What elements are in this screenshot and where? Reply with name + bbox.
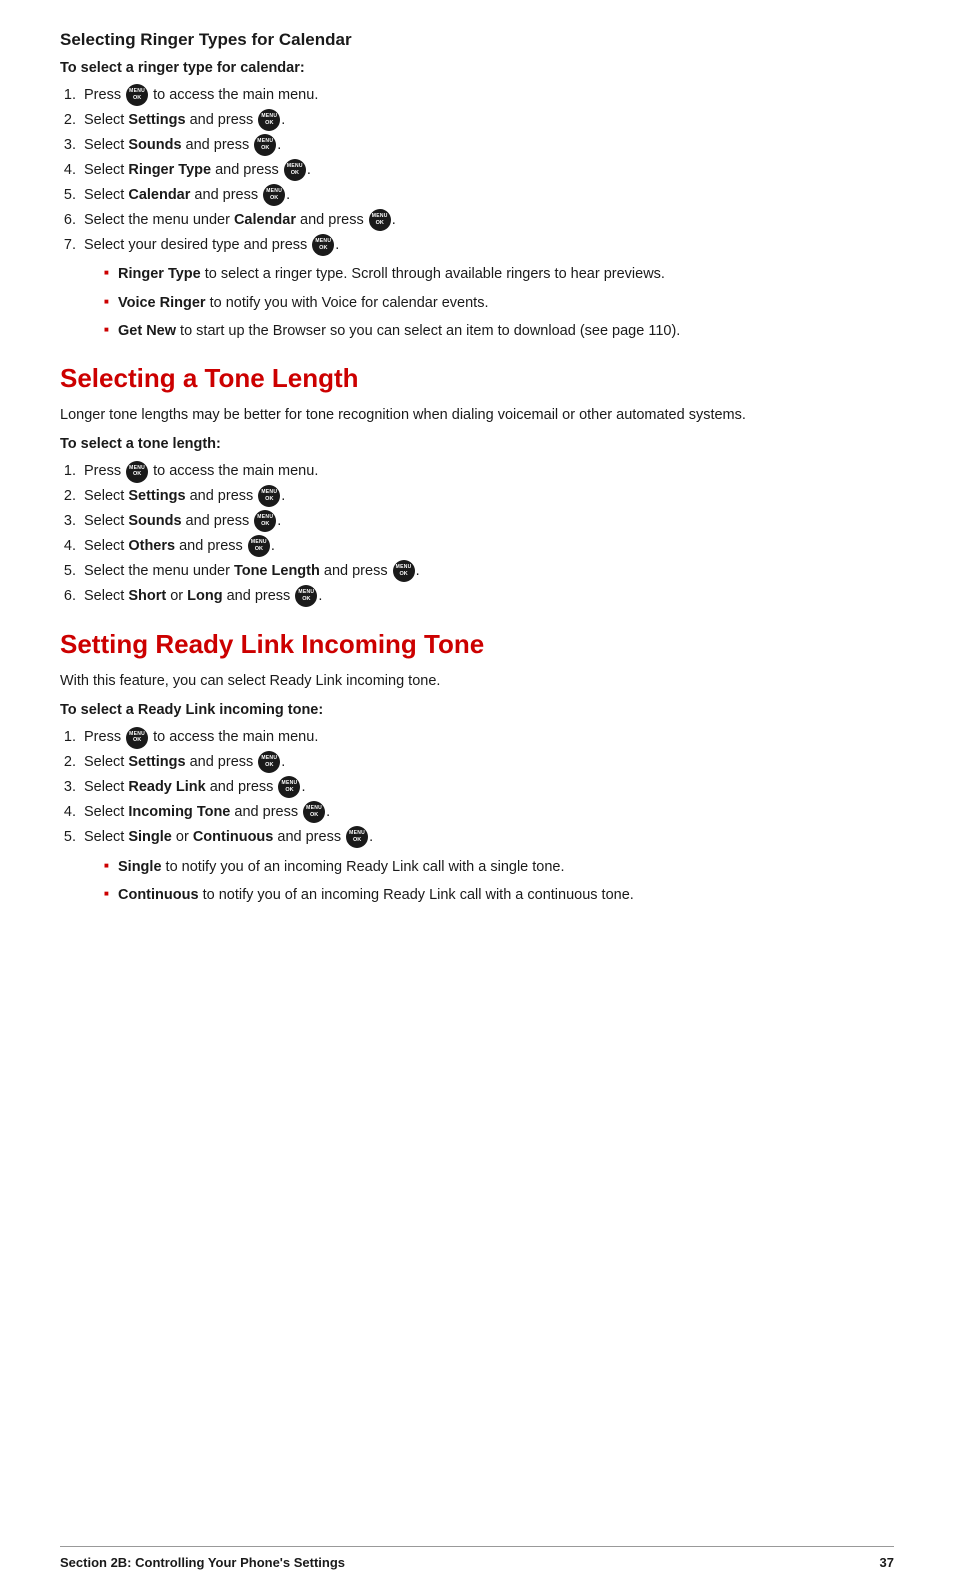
bullet-continuous: Continuous to notify you of an incoming … [104, 884, 894, 906]
rl-step-2: Select Settings and press . [80, 751, 894, 775]
ready-link-bullets: Single to notify you of an incoming Read… [104, 856, 894, 907]
ready-link-subheading: To select a Ready Link incoming tone: [60, 702, 894, 718]
tone-length-steps: Press to access the main menu. Select Se… [80, 460, 894, 609]
menu-ok-icon-6 [369, 209, 391, 231]
menu-ok-icon-r4 [303, 801, 325, 823]
tone-length-description: Longer tone lengths may be better for to… [60, 404, 894, 426]
step-7: Select your desired type and press . [80, 234, 894, 258]
menu-ok-icon-r3 [278, 776, 300, 798]
ready-link-section: Setting Ready Link Incoming Tone With th… [60, 629, 894, 907]
menu-ok-icon-t4 [248, 535, 270, 557]
rl-step-1: Press to access the main menu. [80, 726, 894, 750]
tone-step-2: Select Settings and press . [80, 485, 894, 509]
menu-ok-icon-r1 [126, 727, 148, 749]
menu-ok-icon-t6 [295, 585, 317, 607]
ready-link-heading: Setting Ready Link Incoming Tone [60, 629, 894, 660]
menu-ok-icon-t1 [126, 461, 148, 483]
menu-ok-icon-t2 [258, 485, 280, 507]
tone-step-5: Select the menu under Tone Length and pr… [80, 560, 894, 584]
menu-ok-icon-t5 [393, 560, 415, 582]
ringer-types-heading: Selecting Ringer Types for Calendar [60, 30, 894, 50]
rl-step-4: Select Incoming Tone and press . [80, 801, 894, 825]
menu-ok-icon-1 [126, 84, 148, 106]
ringer-types-bullets: Ringer Type to select a ringer type. Scr… [104, 263, 894, 342]
ringer-types-steps: Press to access the main menu. Select Se… [80, 84, 894, 257]
tone-length-heading: Selecting a Tone Length [60, 363, 894, 394]
bullet-single: Single to notify you of an incoming Read… [104, 856, 894, 878]
bullet-get-new: Get New to start up the Browser so you c… [104, 320, 894, 342]
step-4: Select Ringer Type and press . [80, 159, 894, 183]
menu-ok-icon-3 [254, 134, 276, 156]
menu-ok-icon-r2 [258, 751, 280, 773]
bullet-ringer-type: Ringer Type to select a ringer type. Scr… [104, 263, 894, 285]
menu-ok-icon-4 [284, 159, 306, 181]
menu-ok-icon-7 [312, 234, 334, 256]
footer-left-text: Section 2B: Controlling Your Phone's Set… [60, 1555, 345, 1570]
menu-ok-icon-2 [258, 109, 280, 131]
ready-link-steps: Press to access the main menu. Select Se… [80, 726, 894, 850]
step-2: Select Settings and press . [80, 109, 894, 133]
ringer-types-section: Selecting Ringer Types for Calendar To s… [60, 30, 894, 343]
tone-length-section: Selecting a Tone Length Longer tone leng… [60, 363, 894, 609]
page-footer: Section 2B: Controlling Your Phone's Set… [60, 1546, 894, 1570]
tone-step-6: Select Short or Long and press . [80, 585, 894, 609]
menu-ok-icon-t3 [254, 510, 276, 532]
tone-step-1: Press to access the main menu. [80, 460, 894, 484]
tone-step-3: Select Sounds and press . [80, 510, 894, 534]
ready-link-description: With this feature, you can select Ready … [60, 670, 894, 692]
step-1: Press to access the main menu. [80, 84, 894, 108]
menu-ok-icon-5 [263, 184, 285, 206]
step-3: Select Sounds and press . [80, 134, 894, 158]
ringer-types-subheading: To select a ringer type for calendar: [60, 60, 894, 76]
rl-step-5: Select Single or Continuous and press . [80, 826, 894, 850]
tone-length-subheading: To select a tone length: [60, 436, 894, 452]
step-5: Select Calendar and press . [80, 184, 894, 208]
tone-step-4: Select Others and press . [80, 535, 894, 559]
menu-ok-icon-r5 [346, 826, 368, 848]
step-6: Select the menu under Calendar and press… [80, 209, 894, 233]
footer-page-number: 37 [880, 1555, 894, 1570]
rl-step-3: Select Ready Link and press . [80, 776, 894, 800]
bullet-voice-ringer: Voice Ringer to notify you with Voice fo… [104, 292, 894, 314]
